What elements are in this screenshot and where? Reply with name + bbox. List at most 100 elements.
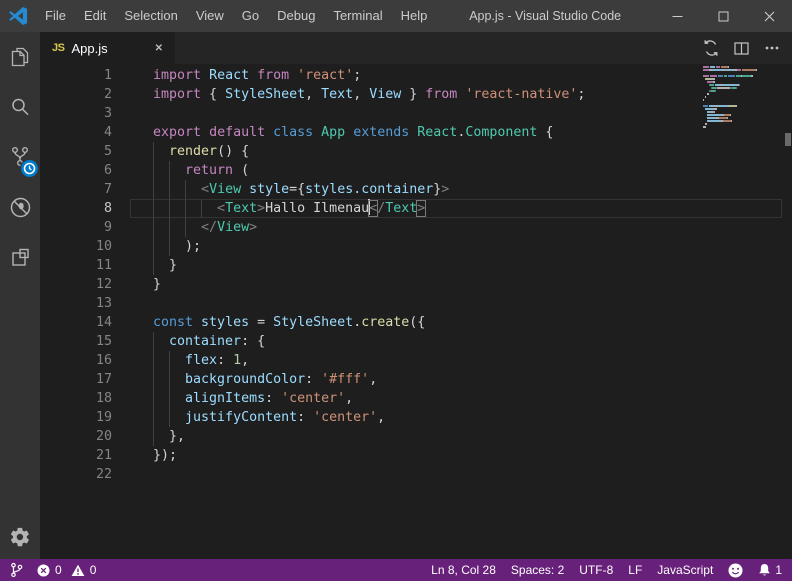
line-number[interactable]: 22 [40, 465, 112, 484]
code-text: justifyContent: 'center', [153, 408, 385, 427]
code-line-22[interactable]: 22 [40, 465, 792, 484]
explorer-icon[interactable] [0, 33, 40, 81]
error-count: 0 [55, 563, 62, 577]
code-line-5[interactable]: 5 render() { [40, 142, 792, 161]
vscode-logo-icon [0, 6, 36, 26]
code-text: } [153, 256, 177, 275]
line-number[interactable]: 6 [40, 161, 112, 180]
notifications-bell[interactable]: 1 [758, 563, 782, 578]
code-line-3[interactable]: 3 [40, 104, 792, 123]
menu-item-view[interactable]: View [187, 0, 233, 32]
line-number[interactable]: 8 [40, 199, 112, 218]
line-number[interactable]: 20 [40, 427, 112, 446]
code-line-18[interactable]: 18 alignItems: 'center', [40, 389, 792, 408]
encoding-setting[interactable]: UTF-8 [579, 563, 613, 577]
code-editor[interactable]: 1 import React from 'react';2import { Sty… [40, 64, 792, 559]
line-number[interactable]: 11 [40, 256, 112, 275]
eol-setting[interactable]: LF [628, 563, 642, 577]
code-text: render() { [153, 142, 249, 161]
code-line-21[interactable]: 21}); [40, 446, 792, 465]
line-number[interactable]: 3 [40, 104, 112, 123]
tab-close-icon[interactable]: ✕ [155, 43, 163, 54]
minimap[interactable] [703, 66, 761, 132]
code-line-13[interactable]: 13 [40, 294, 792, 313]
title-bar: FileEditSelectionViewGoDebugTerminalHelp… [0, 0, 792, 32]
menu-item-help[interactable]: Help [392, 0, 437, 32]
code-line-6[interactable]: 6 return ( [40, 161, 792, 180]
line-number[interactable]: 17 [40, 370, 112, 389]
settings-gear-icon[interactable] [0, 526, 40, 548]
problems-indicator[interactable]: 0 0 [37, 563, 96, 577]
line-number[interactable]: 2 [40, 85, 112, 104]
maximize-button[interactable] [700, 0, 746, 32]
code-line-9[interactable]: 9 </View> [40, 218, 792, 237]
code-lines: 1 import React from 'react';2import { Sty… [40, 66, 792, 484]
source-control-clock-badge [20, 159, 39, 178]
code-text: export default class App extends React.C… [153, 123, 553, 142]
menu-bar: FileEditSelectionViewGoDebugTerminalHelp [36, 0, 436, 32]
menu-item-debug[interactable]: Debug [268, 0, 324, 32]
debug-icon[interactable] [0, 183, 40, 231]
search-icon[interactable] [0, 83, 40, 131]
code-text: const styles = StyleSheet.create({ [153, 313, 425, 332]
main-area: JS App.js ✕ [0, 32, 792, 559]
split-editor-icon[interactable] [733, 40, 750, 57]
code-line-19[interactable]: 19 justifyContent: 'center', [40, 408, 792, 427]
line-number[interactable]: 15 [40, 332, 112, 351]
line-number[interactable]: 5 [40, 142, 112, 161]
line-number[interactable]: 4 [40, 123, 112, 142]
code-line-10[interactable]: 10 ); [40, 237, 792, 256]
line-number[interactable]: 19 [40, 408, 112, 427]
menu-item-go[interactable]: Go [233, 0, 268, 32]
code-text: }, [153, 427, 185, 446]
line-number[interactable]: 14 [40, 313, 112, 332]
menu-item-selection[interactable]: Selection [115, 0, 186, 32]
code-line-14[interactable]: 14 const styles = StyleSheet.create({ [40, 313, 792, 332]
tab-appjs[interactable]: JS App.js ✕ [40, 32, 175, 64]
status-right: Ln 8, Col 28 Spaces: 2 UTF-8 LF JavaScri… [431, 563, 782, 578]
language-mode[interactable]: JavaScript [657, 563, 713, 577]
source-control-icon[interactable] [0, 133, 40, 181]
editor-group: JS App.js ✕ [40, 32, 792, 559]
close-button[interactable] [746, 0, 792, 32]
line-number[interactable]: 13 [40, 294, 112, 313]
open-changes-icon[interactable] [702, 39, 720, 57]
code-text: ); [153, 237, 201, 256]
code-line-20[interactable]: 20 }, [40, 427, 792, 446]
warning-count: 0 [90, 563, 97, 577]
code-line-17[interactable]: 17 backgroundColor: '#fff', [40, 370, 792, 389]
line-number[interactable]: 10 [40, 237, 112, 256]
menu-item-terminal[interactable]: Terminal [324, 0, 391, 32]
code-line-1[interactable]: 1 import React from 'react'; [40, 66, 792, 85]
code-line-16[interactable]: 16 flex: 1, [40, 351, 792, 370]
code-line-15[interactable]: 15 container: { [40, 332, 792, 351]
notification-count: 1 [775, 563, 782, 577]
git-branch-icon[interactable] [10, 562, 23, 578]
line-number[interactable]: 21 [40, 446, 112, 465]
menu-item-edit[interactable]: Edit [75, 0, 115, 32]
line-number[interactable]: 16 [40, 351, 112, 370]
line-number[interactable]: 18 [40, 389, 112, 408]
indentation-setting[interactable]: Spaces: 2 [511, 563, 564, 577]
code-text: import React from 'react'; [153, 66, 361, 85]
line-number[interactable]: 12 [40, 275, 112, 294]
cursor-position[interactable]: Ln 8, Col 28 [431, 563, 496, 577]
feedback-smiley-icon[interactable] [728, 563, 743, 578]
line-number[interactable]: 1 [40, 66, 112, 85]
line-number[interactable]: 9 [40, 218, 112, 237]
minimize-button[interactable] [654, 0, 700, 32]
code-line-8[interactable]: 8 <Text>Hallo Ilmenau</Text> [40, 199, 792, 218]
code-line-11[interactable]: 11 } [40, 256, 792, 275]
code-line-12[interactable]: 12} [40, 275, 792, 294]
overview-ruler-cursor-marker[interactable] [785, 133, 791, 146]
line-number[interactable]: 7 [40, 180, 112, 199]
code-text: }); [153, 446, 177, 465]
menu-item-file[interactable]: File [36, 0, 75, 32]
code-line-2[interactable]: 2import { StyleSheet, Text, View } from … [40, 85, 792, 104]
code-line-4[interactable]: 4 export default class App extends React.… [40, 123, 792, 142]
code-text: flex: 1, [153, 351, 249, 370]
code-text: </View> [153, 218, 257, 237]
extensions-icon[interactable] [0, 233, 40, 281]
more-actions-icon[interactable] [763, 39, 781, 57]
code-line-7[interactable]: 7 <View style={styles.container}> [40, 180, 792, 199]
